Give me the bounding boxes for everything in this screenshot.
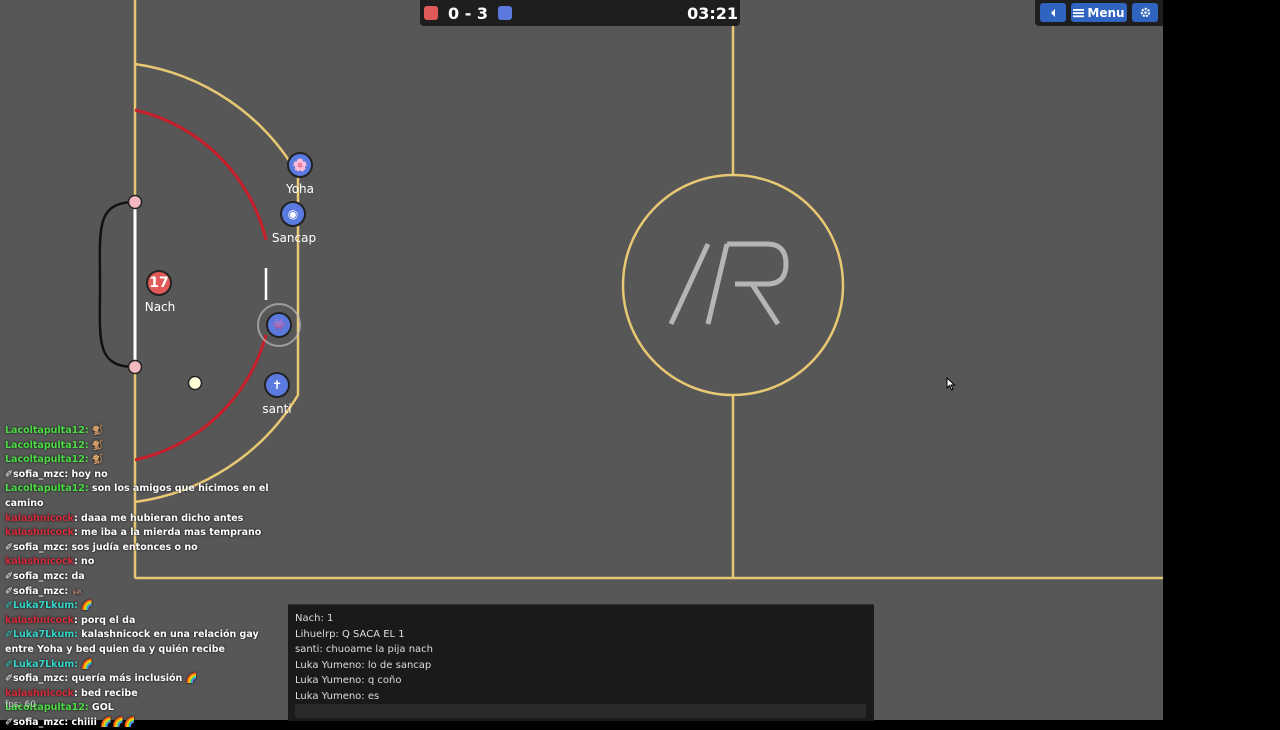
chat-username: Lacoltapulta12:: [5, 425, 89, 436]
chat-text: sos judía entonces o no: [68, 541, 198, 553]
overlay-chat-line: Lacoltapulta12: GOL: [5, 701, 290, 716]
player-disc-nach: 17: [146, 270, 172, 296]
chat-username: ✐sofia_mzc:: [5, 585, 69, 597]
red-team-icon: [424, 6, 438, 20]
game-chat-box: Nach: 1 Lihuelrp: Q SACA EL 1 santi: chuoa…: [288, 604, 874, 721]
chat-text: 🌈: [77, 658, 94, 670]
overlay-chat-line: kalashnicock: porq el da: [5, 614, 290, 629]
overlay-chat-line: kalashnicock: no: [5, 555, 290, 570]
overlay-chat-line: Lacoltapulta12: 🐒: [5, 439, 290, 454]
scoreboard: 0 - 3 03:21: [420, 0, 740, 26]
chat-username: ✐sofia_mzc:: [5, 468, 69, 480]
stream-chat-overlay: Lacoltapulta12: 🐒 Lacoltapulta12: 🐒 Lacolt…: [5, 424, 290, 730]
chat-username: ✐sofia_mzc:: [5, 716, 69, 728]
player-name: Nach: [144, 300, 176, 314]
blue-team-icon: [498, 6, 513, 20]
chat-username: ✐sofia_mzc:: [5, 541, 69, 553]
chat-text: da: [68, 570, 85, 582]
overlay-chat-line: ✐sofia_mzc: sos judía entonces o no: [5, 541, 290, 556]
settings-button[interactable]: [1132, 3, 1158, 22]
overlay-chat-line: kalashnicock: daaa me hubieran dicho ant…: [5, 512, 290, 527]
player-disc-self: 👾: [266, 312, 292, 338]
speaker-icon: [1051, 8, 1055, 17]
overlay-chat-line: ✐Luka7Lkum: kalashnicock en una relación…: [5, 628, 290, 657]
chat-text: quería más inclusión 🌈: [68, 673, 198, 685]
overlay-chat-line: ✐sofia_mzc: da: [5, 570, 290, 585]
overlay-chat-line: ✐Luka7Lkum: 🌈: [5, 658, 290, 673]
game-chat-line: Lihuelrp: Q SACA EL 1: [295, 628, 405, 640]
chat-text: chiiii 🌈🌈🌈: [68, 716, 136, 728]
mouse-cursor-icon: [946, 377, 956, 391]
player-name: Sancap: [271, 231, 317, 245]
game-chat-line: Nach: 1: [295, 613, 334, 624]
game-chat-line: Luka Yumeno: es: [295, 690, 380, 702]
chat-text: 🌈: [77, 600, 94, 612]
chat-text: : bed recibe: [73, 687, 138, 699]
overlay-chat-line: ✐sofia_mzc: quería más inclusión 🌈: [5, 672, 290, 687]
side-panel: [1163, 0, 1280, 720]
player-name: Yoha: [285, 182, 315, 196]
overlay-chat-line: kalashnicock: me iba a la mierda mas tem…: [5, 526, 290, 541]
chat-username: kalashnicock: [5, 687, 74, 699]
ball: [187, 375, 203, 391]
chat-username: ✐Luka7Lkum:: [5, 600, 78, 612]
overlay-chat-line: ✐sofia_mzc: hoy no: [5, 468, 290, 483]
game-chat-messages: Nach: 1 Lihuelrp: Q SACA EL 1 santi: chuoa…: [295, 611, 865, 704]
chat-username: Lacoltapulta12:: [5, 439, 89, 451]
overlay-chat-line: ✐sofia_mzc: 🦗: [5, 585, 290, 600]
top-toolbar: Menu: [1035, 0, 1163, 26]
player-disc-sancap: ◉: [280, 201, 306, 227]
sound-button[interactable]: [1040, 3, 1066, 22]
chat-text: : porq el da: [73, 614, 136, 626]
chat-username: kalashnicock: [5, 512, 74, 524]
chat-username: ✐sofia_mzc:: [5, 673, 69, 685]
chat-text: 🐒: [88, 454, 104, 466]
chat-text: : no: [73, 556, 95, 568]
chat-text: : me iba a la mierda mas temprano: [73, 527, 262, 539]
player-disc-santi: ✝: [264, 372, 290, 398]
hamburger-icon: [1073, 8, 1085, 17]
chat-input[interactable]: [295, 704, 866, 718]
chat-username: ✐sofia_mzc:: [5, 570, 69, 582]
game-chat-line: santi: chuoame la pija nach: [295, 644, 434, 655]
overlay-chat-line: Lacoltapulta12: 🐒: [5, 453, 290, 468]
game-chat-line: Luka Yumeno: lo de sancap: [295, 659, 432, 671]
fps-counter: fps: 60: [5, 700, 36, 710]
chat-username: ✐Luka7Lkum:: [5, 658, 78, 670]
player-name: santi: [262, 402, 292, 416]
chat-username: kalashnicock: [5, 556, 74, 568]
gear-icon: [1140, 7, 1150, 18]
overlay-chat-line: Lacoltapulta12: 🐒: [5, 424, 290, 439]
chat-username: kalashnicock: [5, 614, 74, 626]
score: 0 - 3: [448, 3, 489, 23]
chat-username: kalashnicock: [5, 527, 74, 539]
chat-text: GOL: [88, 702, 114, 714]
overlay-chat-line: ✐sofia_mzc: chiiii 🌈🌈🌈: [5, 716, 290, 730]
game-chat-line: Luka Yumeno: q coño: [295, 675, 402, 686]
chat-username: ✐Luka7Lkum:: [5, 629, 78, 641]
player-disc-yoha: 🌸: [287, 152, 313, 178]
chat-text: 🐒: [88, 439, 104, 451]
chat-username: Lacoltapulta12:: [5, 454, 89, 466]
overlay-chat-line: ✐Luka7Lkum: 🌈: [5, 599, 290, 614]
overlay-chat-line: Lacoltapulta12: son los amigos que hicim…: [5, 482, 290, 511]
chat-text: hoy no: [68, 468, 108, 480]
chat-text: 🐒: [88, 425, 104, 436]
menu-button[interactable]: Menu: [1071, 3, 1127, 22]
match-timer: 03:21: [687, 3, 738, 23]
chat-text: : daaa me hubieran dicho antes: [73, 512, 244, 524]
menu-label: Menu: [1087, 5, 1125, 20]
chat-username: Lacoltapulta12:: [5, 483, 89, 495]
chat-text: 🦗: [68, 585, 84, 597]
overlay-chat-line: kalashnicock: bed recibe: [5, 687, 290, 702]
